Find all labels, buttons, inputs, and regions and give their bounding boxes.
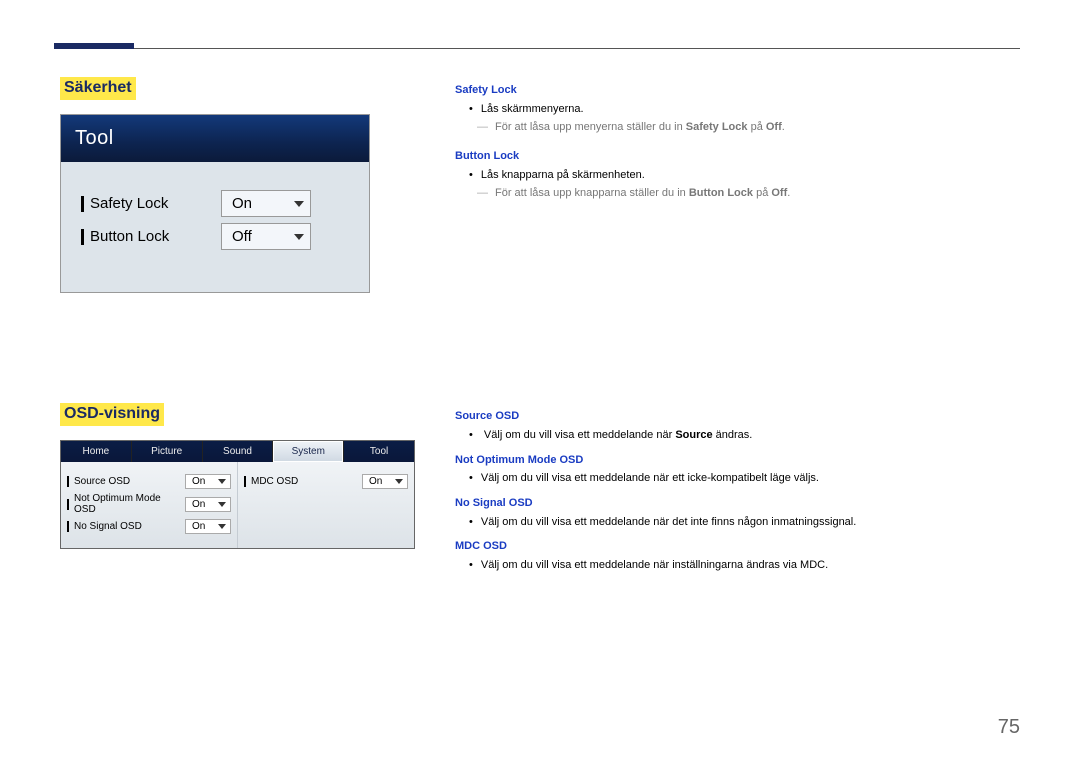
- row-marker-icon: [67, 521, 69, 532]
- text: på: [753, 187, 771, 199]
- row-marker-icon: [244, 476, 246, 487]
- osd-row-mdc: MDC OSD On: [244, 474, 408, 489]
- mdc-osd-combo[interactable]: On: [362, 474, 408, 489]
- tab-tool[interactable]: Tool: [344, 441, 414, 462]
- osd-row-label: Source OSD: [74, 476, 185, 487]
- tab-home[interactable]: Home: [61, 441, 132, 462]
- desc-li: Lås knapparna på skärmenheten.: [469, 166, 1020, 185]
- tab-sound[interactable]: Sound: [203, 441, 274, 462]
- text: Safety Lock: [686, 121, 748, 133]
- tool-row-safety-lock: Safety Lock On: [81, 190, 349, 217]
- header-rule: [60, 48, 1020, 49]
- desc-li: Välj om du vill visa ett meddelande när …: [469, 513, 1020, 532]
- desc-li: Välj om du vill visa ett meddelande när …: [469, 426, 1020, 445]
- combo-value: On: [192, 476, 205, 487]
- chevron-down-icon: [395, 479, 403, 484]
- tool-dialog-title: Tool: [61, 115, 369, 162]
- source-osd-combo[interactable]: On: [185, 474, 231, 489]
- desc-subnote: För att låsa upp knapparna ställer du in…: [483, 184, 1020, 203]
- text: För att låsa upp menyerna ställer du in: [495, 121, 686, 133]
- osd-row-notopt: Not Optimum Mode OSD On: [67, 493, 231, 515]
- row-marker-icon: [67, 476, 69, 487]
- section1-heading: Säkerhet: [60, 77, 136, 100]
- text: ändras.: [713, 429, 753, 441]
- desc-heading-nosignal-osd: No Signal OSD: [455, 494, 1020, 513]
- tool-dialog: Tool Safety Lock On Button Lock Off: [60, 114, 370, 293]
- no-signal-osd-combo[interactable]: On: [185, 519, 231, 534]
- chevron-down-icon: [218, 502, 226, 507]
- combo-value: On: [232, 195, 252, 212]
- desc-li: Välj om du vill visa ett meddelande när …: [469, 556, 1020, 575]
- page-number: 75: [998, 716, 1020, 739]
- combo-value: On: [192, 499, 205, 510]
- text: Off: [766, 121, 782, 133]
- desc-heading-mdc-osd: MDC OSD: [455, 537, 1020, 556]
- osd-row-label: Not Optimum Mode OSD: [74, 493, 185, 515]
- text: Button Lock: [689, 187, 753, 199]
- text: .: [787, 187, 790, 199]
- tab-system[interactable]: System: [273, 441, 344, 462]
- tool-row-label: Button Lock: [90, 228, 169, 245]
- button-lock-combo[interactable]: Off: [221, 223, 311, 250]
- row-marker-icon: [67, 499, 69, 510]
- text: .: [782, 121, 785, 133]
- osd-tabs: Home Picture Sound System Tool: [61, 441, 414, 462]
- combo-value: Off: [232, 228, 252, 245]
- desc-subnote: För att låsa upp menyerna ställer du in …: [483, 118, 1020, 137]
- text: Välj om du vill visa ett meddelande när: [484, 429, 675, 441]
- header-accent-bar: [54, 43, 134, 49]
- chevron-down-icon: [218, 524, 226, 529]
- tab-picture[interactable]: Picture: [132, 441, 203, 462]
- chevron-down-icon: [218, 479, 226, 484]
- row-marker-icon: [81, 196, 84, 212]
- tool-row-label: Safety Lock: [90, 195, 168, 212]
- section2-heading: OSD-visning: [60, 403, 164, 426]
- tool-row-button-lock: Button Lock Off: [81, 223, 349, 250]
- osd-row-source: Source OSD On: [67, 474, 231, 489]
- left-column: Säkerhet Tool Safety Lock On Button Lock: [60, 77, 415, 575]
- osd-row-label: MDC OSD: [251, 476, 362, 487]
- osd-row-nosignal: No Signal OSD On: [67, 519, 231, 534]
- text: Source: [675, 429, 712, 441]
- desc-li: Lås skärmmenyerna.: [469, 100, 1020, 119]
- osd-window: Home Picture Sound System Tool Source OS…: [60, 440, 415, 549]
- desc-heading-notopt-osd: Not Optimum Mode OSD: [455, 451, 1020, 470]
- desc-li: Välj om du vill visa ett meddelande när …: [469, 469, 1020, 488]
- right-column: Safety Lock Lås skärmmenyerna. För att l…: [455, 77, 1020, 575]
- combo-value: On: [369, 476, 382, 487]
- safety-lock-combo[interactable]: On: [221, 190, 311, 217]
- text: Off: [771, 187, 787, 199]
- combo-value: On: [192, 521, 205, 532]
- not-optimum-mode-osd-combo[interactable]: On: [185, 497, 231, 512]
- row-marker-icon: [81, 229, 84, 245]
- desc-heading-safety-lock: Safety Lock: [455, 81, 1020, 100]
- osd-row-label: No Signal OSD: [74, 521, 185, 532]
- desc-heading-button-lock: Button Lock: [455, 147, 1020, 166]
- text: För att låsa upp knapparna ställer du in: [495, 187, 689, 199]
- desc-heading-source-osd: Source OSD: [455, 407, 1020, 426]
- text: på: [748, 121, 766, 133]
- chevron-down-icon: [294, 234, 304, 240]
- chevron-down-icon: [294, 201, 304, 207]
